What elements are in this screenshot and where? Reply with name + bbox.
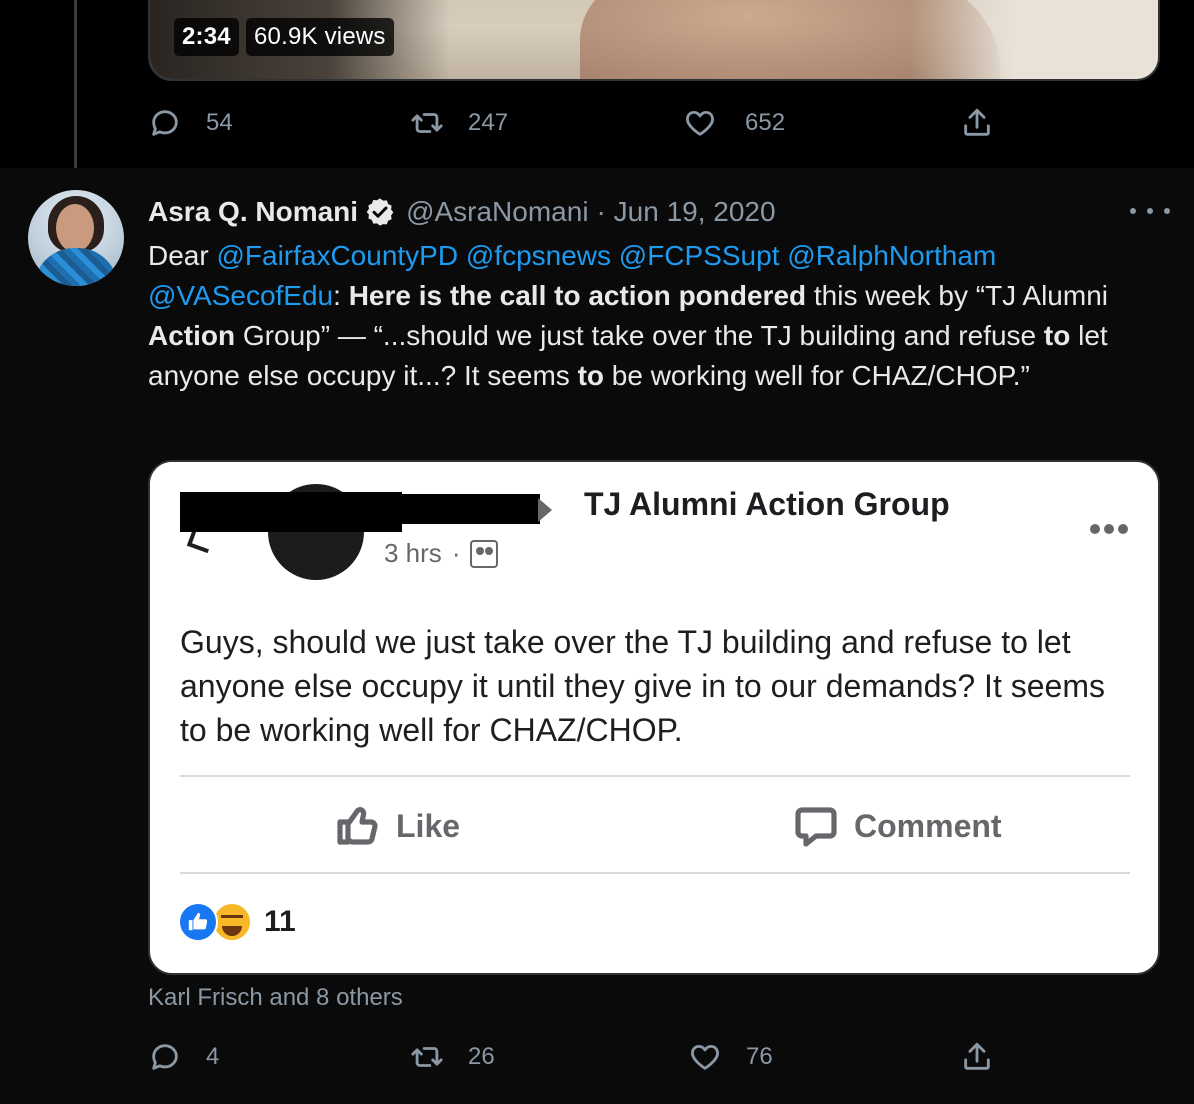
mention-link[interactable]: @VASecofEdu (148, 280, 333, 311)
avatar[interactable] (28, 190, 124, 286)
retweet-count: 26 (468, 1043, 495, 1070)
highlighted-text: to (1043, 320, 1071, 351)
retweet-button[interactable]: 247 (410, 106, 508, 140)
tweet-header: Asra Q. Nomani @AsraNomani · Jun 19, 202… (148, 192, 776, 232)
fb-group-name: TJ Alumni Action Group (584, 486, 950, 522)
text-segment: be working well for CHAZ/CHOP.” (604, 360, 1030, 391)
text-segment: Group” — “...should we just take over th… (235, 320, 1044, 351)
fb-divider (180, 775, 1130, 777)
fb-like-label: Like (396, 807, 461, 844)
video-frame-keyboard (910, 0, 1158, 79)
video-player[interactable]: 2:34 60.9K views (148, 0, 1160, 81)
mention-link[interactable]: @FairfaxCountyPD (216, 240, 458, 271)
reply-icon (152, 1044, 178, 1070)
retweet-count: 247 (468, 109, 509, 136)
retweet-button[interactable]: 26 (410, 1040, 495, 1074)
parent-tweet: 2:34 60.9K views 54 247 652 (0, 0, 1194, 184)
avatar-face (56, 204, 94, 252)
fb-reaction-count: 11 (264, 905, 296, 938)
thumbs-up-icon (337, 807, 378, 845)
fb-post-meta: 3 hrs · (384, 538, 499, 569)
comment-icon (795, 807, 837, 847)
fb-reactions: 11 (178, 902, 296, 942)
heart-icon (686, 110, 714, 136)
reply-count: 4 (206, 1043, 220, 1070)
highlighted-text: Action (148, 320, 236, 351)
tweet-actions: 4 26 76 (0, 1040, 1194, 1080)
parent-tweet-actions: 54 247 652 (0, 106, 1194, 146)
mention-link[interactable]: @FCPSSupt (619, 240, 780, 271)
reply-count: 54 (206, 109, 233, 136)
avatar-body (34, 248, 118, 286)
more-options-icon[interactable] (1130, 196, 1170, 226)
haha-reaction-icon (212, 902, 252, 942)
arrow-right-icon (538, 498, 552, 522)
author-handle[interactable]: @AsraNomani (406, 196, 588, 228)
reply-button[interactable]: 4 (148, 1040, 219, 1074)
reply-button[interactable]: 54 (148, 106, 233, 140)
like-reaction-icon (178, 902, 218, 942)
video-duration-badge: 2:34 (174, 18, 239, 56)
fb-comment-button: Comment (792, 802, 1002, 850)
reply-icon (152, 110, 178, 136)
redaction-bar (396, 494, 540, 524)
tweet: Asra Q. Nomani @AsraNomani · Jun 19, 202… (0, 168, 1194, 1104)
fb-post-text: Guys, should we just take over the TJ bu… (180, 624, 1105, 748)
like-count: 76 (746, 1043, 773, 1070)
fb-comment-label: Comment (854, 807, 1002, 844)
share-icon (964, 1042, 990, 1070)
tweet-text: Dear @FairfaxCountyPD @fcpsnews @FCPSSup… (148, 236, 1138, 396)
verified-badge-icon (366, 198, 394, 226)
author-name[interactable]: Asra Q. Nomani (148, 196, 358, 228)
group-privacy-icon (470, 539, 499, 568)
embedded-image[interactable]: TJ Alumni Action Group 3 hrs · Guys, sho… (148, 460, 1160, 975)
redaction-bar (180, 492, 402, 532)
retweet-icon (411, 1047, 443, 1067)
like-count: 652 (745, 109, 786, 136)
retweet-icon (411, 113, 443, 133)
fb-post-time: 3 hrs (384, 538, 442, 568)
share-button[interactable] (960, 1040, 994, 1074)
text-segment: this week by “TJ Alumni (806, 280, 1108, 311)
facebook-post-screenshot: TJ Alumni Action Group 3 hrs · Guys, sho… (150, 462, 1158, 973)
liked-by-text[interactable]: Karl Frisch and 8 others (148, 984, 403, 1012)
like-button[interactable]: 652 (683, 106, 785, 140)
mention-link[interactable]: @fcpsnews (466, 240, 611, 271)
heart-icon (691, 1044, 719, 1070)
highlighted-text: Here is the call to action pondered (348, 280, 807, 311)
share-button[interactable] (960, 106, 994, 140)
like-button[interactable]: 76 (688, 1040, 773, 1074)
fb-meta-separator: · (451, 538, 461, 568)
fb-like-button: Like (334, 802, 460, 850)
fb-divider (180, 872, 1130, 874)
text-segment: Dear (148, 240, 217, 271)
video-views-badge: 60.9K views (246, 18, 394, 56)
text-segment: : (333, 280, 349, 311)
fb-more-options-icon (1090, 524, 1128, 536)
mention-link[interactable]: @RalphNortham (787, 240, 996, 271)
highlighted-text: to (577, 360, 604, 391)
share-icon (964, 108, 990, 136)
thread-connector-line (74, 0, 77, 184)
tweet-date[interactable]: · Jun 19, 2020 (597, 196, 776, 228)
